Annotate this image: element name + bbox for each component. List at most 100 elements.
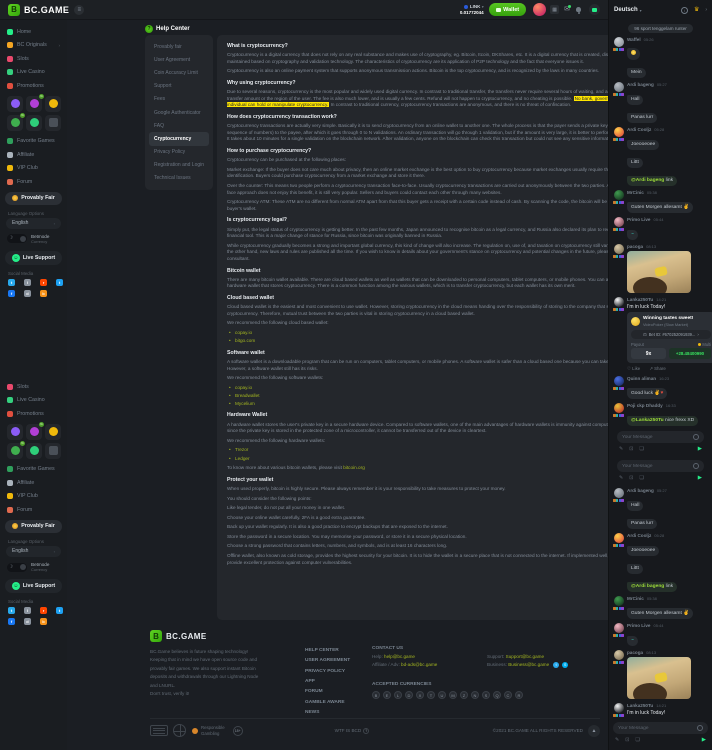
article-list-link[interactable]: Breadwallet bbox=[229, 393, 657, 400]
bitcointalk-icon[interactable]: b bbox=[40, 618, 47, 625]
article-list-link[interactable]: Ledger bbox=[229, 456, 657, 463]
bitcointalk-icon[interactable]: b bbox=[40, 290, 47, 297]
sidebar-item-promotions[interactable]: Promotions bbox=[0, 79, 67, 93]
user-avatar[interactable] bbox=[614, 37, 624, 47]
dice-icon[interactable]: ⊡ bbox=[629, 446, 633, 452]
sidebar-item-home[interactable]: Home bbox=[0, 25, 67, 39]
skype-icon[interactable]: S bbox=[562, 662, 568, 668]
user-mention[interactable]: @Ardi bageng bbox=[631, 178, 664, 183]
game-roulette[interactable] bbox=[7, 96, 23, 112]
game-flask[interactable]: % bbox=[7, 443, 23, 459]
share-button[interactable]: ↗ Share bbox=[649, 366, 666, 372]
live-support-button[interactable]: ☺Live Support bbox=[5, 579, 62, 593]
article-link[interactable]: bitcoin.org bbox=[343, 465, 365, 470]
bell-icon[interactable] bbox=[576, 7, 581, 12]
chat-message-input[interactable]: Your Message bbox=[617, 431, 704, 443]
contact-email[interactable]: bd-ads@bc.game bbox=[401, 662, 437, 667]
scroll-top-button[interactable]: ▲ bbox=[588, 725, 600, 737]
language-select[interactable]: English› bbox=[6, 218, 61, 229]
wtf-link[interactable]: WTF IS BCD ? bbox=[335, 728, 370, 734]
user-avatar[interactable] bbox=[614, 127, 624, 137]
footer-link-privacy-policy[interactable]: PRIVACY POLICY bbox=[305, 667, 350, 677]
live-support-button[interactable]: ☺Live Support bbox=[5, 251, 62, 265]
footer-link-gamble-aware[interactable]: GAMBLE AWARE bbox=[305, 698, 350, 708]
footer-link-help-center[interactable]: HELP CENTER bbox=[305, 646, 350, 656]
chat-collapse-icon[interactable]: › bbox=[705, 7, 707, 13]
article-list-link[interactable]: Mycelium bbox=[229, 401, 657, 408]
help-menu-item-user-agreement[interactable]: User Agreement bbox=[145, 53, 213, 66]
game-flask[interactable]: % bbox=[7, 115, 23, 131]
footer-link-news[interactable]: NEWS bbox=[305, 708, 350, 718]
article-list-link[interactable]: Trezor bbox=[229, 447, 657, 454]
reddit-icon[interactable]: r bbox=[40, 607, 47, 614]
help-menu-item-support[interactable]: Support bbox=[145, 80, 213, 93]
article-list-link[interactable]: copay.io bbox=[229, 385, 657, 392]
contact-email[interactable]: Support@bc.game bbox=[506, 654, 544, 659]
dice-icon[interactable]: ⊡ bbox=[629, 475, 633, 481]
user-avatar[interactable] bbox=[614, 297, 624, 307]
user-avatar[interactable] bbox=[533, 3, 546, 16]
facebook-icon[interactable]: f bbox=[8, 618, 15, 625]
contact-email[interactable]: Business@bc.game bbox=[508, 662, 549, 667]
help-menu-item-technical-issues[interactable]: Technical Issues bbox=[145, 172, 213, 185]
user-avatar[interactable] bbox=[614, 217, 624, 227]
sidebar-item-favorite[interactable]: Favorite Games bbox=[0, 135, 67, 149]
user-mention[interactable]: @Lanka250Tu bbox=[631, 418, 664, 423]
sidebar-item-vip[interactable]: VIP Club bbox=[0, 162, 67, 176]
contact-email[interactable]: help@bc.game bbox=[384, 654, 415, 659]
telegram-icon[interactable]: t bbox=[8, 279, 15, 286]
dice-icon[interactable]: ⊡ bbox=[625, 737, 629, 743]
sidebar-item-vip[interactable]: VIP Club bbox=[0, 490, 67, 504]
discord-icon[interactable]: d bbox=[24, 290, 31, 297]
footer-link-user-agreement[interactable]: USER AGREEMENT bbox=[305, 656, 350, 666]
attach-icon[interactable]: ❏ bbox=[639, 475, 643, 481]
sidebar-item-provably-fair[interactable]: Provably Fair bbox=[5, 192, 62, 205]
sidebar-item-live-casino[interactable]: Live Casino bbox=[0, 66, 67, 80]
sidebar-item-favorite[interactable]: Favorite Games bbox=[0, 463, 67, 477]
help-menu-item-provably-fair[interactable]: Provably fair bbox=[145, 40, 213, 53]
help-menu-item-registration-and-login[interactable]: Registration and Login bbox=[145, 159, 213, 172]
line-icon[interactable]: l bbox=[24, 279, 31, 286]
help-menu-item-google-authenticator[interactable]: Google Authenticator bbox=[145, 106, 213, 119]
rain-icon[interactable]: ✎ bbox=[619, 475, 623, 481]
help-menu-item-privacy-policy[interactable]: Privacy Policy bbox=[145, 146, 213, 159]
contest-trophy-icon[interactable]: ♛ bbox=[694, 7, 699, 13]
user-avatar[interactable] bbox=[614, 190, 624, 200]
game-roulette[interactable] bbox=[7, 424, 23, 440]
win-share-card[interactable]: Winning tastes sweet!VideoPoker (Slow Ma… bbox=[627, 312, 712, 363]
game-gem-green[interactable] bbox=[26, 115, 42, 131]
sidebar-item-live-casino[interactable]: Live Casino bbox=[0, 394, 67, 408]
send-icon[interactable]: ▶ bbox=[702, 737, 706, 743]
help-menu-item-fees[interactable]: Fees bbox=[145, 93, 213, 106]
user-avatar[interactable] bbox=[614, 244, 624, 254]
shared-image[interactable] bbox=[627, 251, 691, 293]
user-avatar[interactable] bbox=[614, 533, 624, 543]
sidebar-item-provably-fair[interactable]: Provably Fair bbox=[5, 520, 62, 533]
sidebar-item-affiliate[interactable]: Affiliate bbox=[0, 476, 67, 490]
chat-toggle-icon[interactable] bbox=[589, 4, 600, 15]
game-crown[interactable] bbox=[45, 424, 61, 440]
deposit-bonus-icon[interactable]: ▦ bbox=[550, 5, 559, 14]
user-avatar[interactable] bbox=[614, 703, 624, 713]
facebook-icon[interactable]: f bbox=[8, 290, 15, 297]
send-icon[interactable]: ▶ bbox=[698, 475, 702, 481]
sidebar-item-slots[interactable]: Slots bbox=[0, 380, 67, 394]
game-gem-green[interactable] bbox=[26, 443, 42, 459]
discord-icon[interactable]: d bbox=[24, 618, 31, 625]
user-avatar[interactable] bbox=[614, 376, 624, 386]
shared-image[interactable] bbox=[627, 657, 691, 699]
game-gem-purple[interactable]: % bbox=[26, 96, 42, 112]
emoji-picker-icon[interactable] bbox=[693, 463, 699, 469]
twitter-icon[interactable]: t bbox=[56, 607, 63, 614]
telegram-icon[interactable]: t bbox=[553, 662, 559, 668]
chat-language-selector[interactable]: Deutsch bbox=[614, 7, 638, 13]
sidebar-item-affiliate[interactable]: Affiliate bbox=[0, 148, 67, 162]
user-avatar[interactable] bbox=[614, 623, 624, 633]
twitter-icon[interactable]: t bbox=[56, 279, 63, 286]
help-menu-item-faq[interactable]: FAQ bbox=[145, 119, 213, 132]
bet-id-pill[interactable]: ⊡Bet ID: #670252091939...› bbox=[631, 330, 711, 339]
footer-link-forum[interactable]: FORUM bbox=[305, 687, 350, 697]
sidebar-collapse-icon[interactable]: ≡ bbox=[74, 5, 84, 15]
article-list-link[interactable]: copay.io bbox=[229, 330, 657, 337]
footer-link-app[interactable]: APP bbox=[305, 677, 350, 687]
